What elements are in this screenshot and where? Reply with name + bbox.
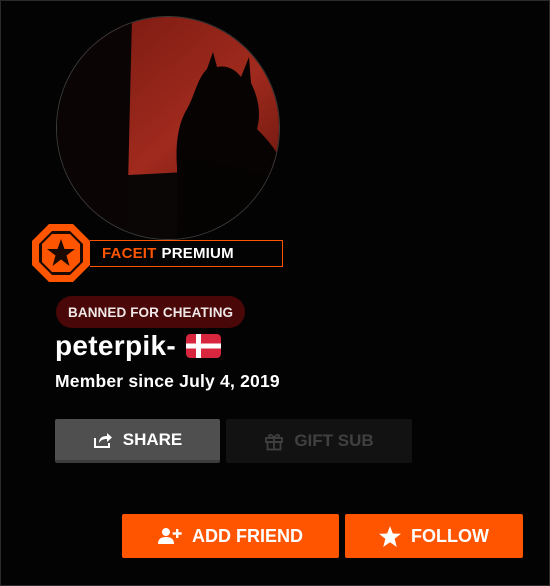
member-since: Member since July 4, 2019 <box>55 371 280 391</box>
page-title: peterpik- <box>55 330 221 362</box>
status-badge: BANNED FOR CHEATING <box>56 296 246 328</box>
add-user-icon <box>158 527 182 545</box>
avatar[interactable] <box>56 16 280 240</box>
gift-sub-button-label: GIFT SUB <box>294 431 374 450</box>
add-friend-button-label: ADD FRIEND <box>192 525 303 546</box>
premium-label-box: FACEIT PREMIUM <box>90 240 283 267</box>
star-icon <box>379 525 401 547</box>
username: peterpik- <box>55 330 176 361</box>
add-friend-button[interactable]: ADD FRIEND <box>122 514 339 558</box>
faceit-premium-badge: FACEIT PREMIUM <box>30 222 283 282</box>
gift-icon <box>264 431 284 451</box>
star-octagon-icon <box>32 224 90 282</box>
gift-sub-button[interactable]: GIFT SUB <box>226 419 412 463</box>
share-icon <box>93 431 113 449</box>
share-button-label: SHARE <box>122 429 183 449</box>
status-badge-label: BANNED FOR CHEATING <box>68 304 234 320</box>
follow-button[interactable]: FOLLOW <box>345 514 523 558</box>
follow-button-label: FOLLOW <box>411 525 489 546</box>
share-button[interactable]: SHARE <box>55 419 220 463</box>
premium-brand: FACEIT <box>102 245 157 262</box>
denmark-flag-icon <box>185 334 221 358</box>
premium-label: PREMIUM <box>161 245 234 262</box>
